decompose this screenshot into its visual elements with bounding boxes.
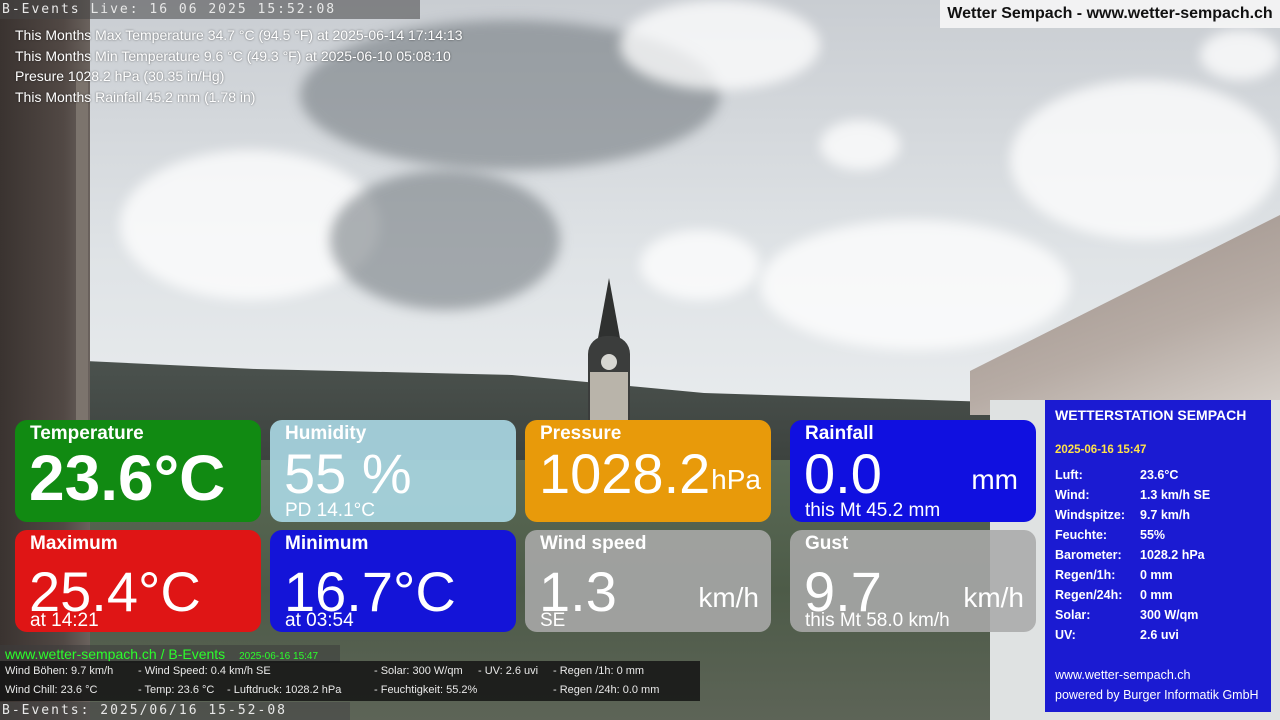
station-title: WETTERSTATION SEMPACH <box>1055 407 1247 423</box>
station-website-link[interactable]: www.wetter-sempach.ch <box>1055 668 1190 682</box>
maximum-time: at 14:21 <box>30 610 99 631</box>
pressure-value: 1028.2 <box>539 442 711 505</box>
station-row: Solar: 300 W/qm <box>1055 607 1265 627</box>
cloud <box>620 0 820 90</box>
wind-direction: SE <box>540 610 566 631</box>
info-uv: - UV: 2.6 uvi <box>478 665 539 677</box>
info-temp: - Temp: 23.6 °C <box>138 684 215 696</box>
monthly-pressure: Presure 1028.2 hPa (30.35 in/Hg) <box>15 68 225 84</box>
station-row: Wind: 1.3 km/h SE <box>1055 487 1265 507</box>
church-tower-base <box>590 372 628 422</box>
gust-label: Gust <box>805 533 849 554</box>
station-key: Solar: <box>1055 608 1091 622</box>
info-rain-1h: - Regen /1h: 0 mm <box>553 665 645 677</box>
station-key: Regen/1h: <box>1055 568 1116 582</box>
info-wind-chill: Wind Chill: 23.6 °C <box>5 684 98 696</box>
rainfall-value: 0.0 <box>804 442 882 505</box>
station-key: Feuchte: <box>1055 528 1108 542</box>
cloud <box>640 230 760 300</box>
station-value: 300 W/qm <box>1140 608 1199 622</box>
wind-speed-unit: km/h <box>698 582 759 613</box>
cloud <box>1010 80 1280 240</box>
info-humidity: - Feuchtigkeit: 55.2% <box>374 684 478 696</box>
monthly-max-temp: This Months Max Temperature 34.7 °C (94.… <box>15 27 463 43</box>
gust-unit: km/h <box>963 582 1024 613</box>
station-value: 0 mm <box>1140 588 1173 602</box>
monthly-min-temp: This Months Min Temperature 9.6 °C (49.3… <box>15 47 451 64</box>
station-date: 2025-06-16 15:47 <box>1055 444 1147 456</box>
gust-tile: Gust 9.7 km/h this Mt 58.0 km/h <box>790 530 1036 632</box>
humidity-tile: Humidity 55 % PD 14.1°C <box>270 420 516 522</box>
maximum-tile: Maximum 25.4°C at 14:21 <box>15 530 261 632</box>
humidity-dewpoint: PD 14.1°C <box>285 500 375 521</box>
station-row: UV: 2.6 uvi <box>1055 627 1265 647</box>
wind-speed-label: Wind speed <box>540 533 647 554</box>
cloud <box>330 170 560 310</box>
station-value: 9.7 km/h <box>1140 508 1191 522</box>
cloud <box>1200 30 1280 80</box>
station-panel: WETTERSTATION SEMPACH 2025-06-16 15:47 L… <box>1045 400 1271 712</box>
minimum-label: Minimum <box>285 533 369 554</box>
station-row: Regen/1h: 0 mm <box>1055 567 1265 587</box>
humidity-value: 55 % <box>284 442 412 505</box>
station-key: UV: <box>1055 628 1076 642</box>
station-row: Barometer: 1028.2 hPa <box>1055 547 1265 567</box>
station-key: Luft: <box>1055 468 1083 482</box>
info-solar: - Solar: 300 W/qm <box>374 665 463 677</box>
station-value: 1.3 km/h SE <box>1140 488 1211 502</box>
station-row: Luft: 23.6°C <box>1055 467 1265 487</box>
info-rain-24h: - Regen /24h: 0.0 mm <box>553 684 660 696</box>
monthly-rainfall: This Months Rainfall 45.2 mm (1.78 in) <box>15 88 256 105</box>
pressure-unit: hPa <box>711 464 761 495</box>
bottom-site-link[interactable]: www.wetter-sempach.ch / B-Events <box>5 646 225 662</box>
station-value: 0 mm <box>1140 568 1173 582</box>
rainfall-tile: Rainfall 0.0 mm this Mt 45.2 mm <box>790 420 1036 522</box>
cloud <box>760 220 1070 350</box>
station-row: Feuchte: 55% <box>1055 527 1265 547</box>
station-readings: Luft: 23.6°C Wind: 1.3 km/h SE Windspitze:… <box>1055 467 1265 647</box>
info-bar: Wind Böhen: 9.7 km/h - Wind Speed: 0.4 k… <box>0 661 700 701</box>
cloud <box>820 120 900 170</box>
temperature-tile: Temperature 23.6°C <box>15 420 261 522</box>
wind-speed-tile: Wind speed 1.3 km/h SE <box>525 530 771 632</box>
station-value: 55% <box>1140 528 1166 542</box>
monthly-stats: This Months Max Temperature 34.7 °C (94.… <box>15 25 463 107</box>
station-powered-by: powered by Burger Informatik GmbH <box>1055 688 1259 702</box>
station-key: Barometer: <box>1055 548 1122 562</box>
church-clock <box>601 354 617 370</box>
station-value: 2.6 uvi <box>1140 628 1179 642</box>
station-value: 1028.2 hPa <box>1140 548 1205 562</box>
station-row: Regen/24h: 0 mm <box>1055 587 1265 607</box>
info-wind-gust: Wind Böhen: 9.7 km/h <box>5 665 114 677</box>
maximum-label: Maximum <box>30 533 118 554</box>
live-ticker-top: B-Events Live: 16 06 2025 15:52:08 <box>0 0 420 19</box>
rainfall-unit: mm <box>971 464 1018 495</box>
temperature-value: 23.6°C <box>29 442 226 514</box>
minimum-time: at 03:54 <box>285 610 354 631</box>
station-key: Wind: <box>1055 488 1090 502</box>
info-pressure: - Luftdruck: 1028.2 hPa <box>227 684 342 696</box>
station-value: 23.6°C <box>1140 468 1179 482</box>
gust-month: this Mt 58.0 km/h <box>805 610 950 631</box>
site-badge[interactable]: Wetter Sempach - www.wetter-sempach.ch <box>940 0 1280 28</box>
rainfall-month: this Mt 45.2 mm <box>805 500 941 521</box>
station-row: Windspitze: 9.7 km/h <box>1055 507 1265 527</box>
pressure-tile: Pressure 1028.2 hPa <box>525 420 771 522</box>
station-key: Regen/24h: <box>1055 588 1123 602</box>
station-key: Windspitze: <box>1055 508 1126 522</box>
minimum-tile: Minimum 16.7°C at 03:54 <box>270 530 516 632</box>
info-wind-speed: - Wind Speed: 0.4 km/h SE <box>138 665 271 677</box>
live-ticker-bottom: B-Events: 2025/06/16 15-52-08 <box>0 702 350 720</box>
